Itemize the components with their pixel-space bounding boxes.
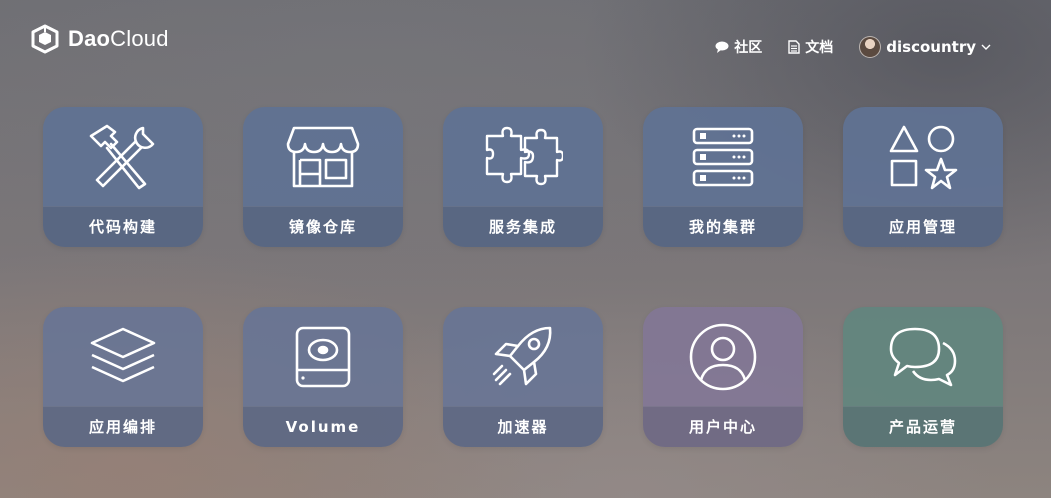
- shapes-icon: [889, 125, 958, 190]
- tile-label: Volume: [243, 406, 403, 447]
- brand-name: DaoCloud: [68, 26, 169, 51]
- tile-accelerator[interactable]: 加速器: [443, 307, 603, 447]
- tile-label: 代码构建: [43, 206, 203, 247]
- tile-label: 我的集群: [643, 206, 803, 247]
- tile-label: 应用编排: [43, 406, 203, 447]
- chat-bubble-icon: [715, 41, 729, 53]
- store-icon: [286, 126, 360, 188]
- user-menu[interactable]: discountry: [859, 36, 991, 58]
- disk-icon: [295, 326, 351, 388]
- tile-app-orchestration[interactable]: 应用编排: [43, 307, 203, 447]
- puzzle-icon: [485, 126, 563, 186]
- logo[interactable]: DaoCloud: [30, 24, 169, 54]
- chat-icon: [889, 327, 957, 387]
- tile-product-operation[interactable]: 产品运营: [843, 307, 1003, 447]
- tile-volume[interactable]: Volume: [243, 307, 403, 447]
- nav-community-label: 社区: [734, 40, 763, 56]
- tile-label: 产品运营: [843, 406, 1003, 447]
- tile-label: 加速器: [443, 406, 603, 447]
- tile-label: 应用管理: [843, 206, 1003, 247]
- nav-docs[interactable]: 文档: [788, 37, 833, 57]
- server-icon: [692, 127, 754, 187]
- tile-label: 镜像仓库: [243, 206, 403, 247]
- username: discountry: [886, 38, 976, 56]
- nav-community[interactable]: 社区: [715, 37, 762, 57]
- tile-service-integration[interactable]: 服务集成: [443, 107, 603, 247]
- tile-code-build[interactable]: 代码构建: [43, 107, 203, 247]
- tools-icon: [89, 124, 155, 190]
- rocket-icon: [492, 326, 552, 386]
- user-icon: [689, 323, 757, 391]
- layers-icon: [90, 327, 156, 383]
- avatar: [859, 36, 882, 58]
- tile-image-registry[interactable]: 镜像仓库: [243, 107, 403, 247]
- daocloud-cube-icon: [31, 24, 59, 54]
- tile-label: 服务集成: [443, 206, 603, 247]
- chevron-down-icon: [981, 44, 991, 50]
- nav-docs-label: 文档: [805, 40, 834, 56]
- tile-user-center[interactable]: 用户中心: [643, 307, 803, 447]
- tile-app-management[interactable]: 应用管理: [843, 107, 1003, 247]
- tile-label: 用户中心: [643, 406, 803, 447]
- top-nav: 社区 文档 discountry: [715, 36, 991, 58]
- document-icon: [788, 40, 800, 54]
- tile-my-cluster[interactable]: 我的集群: [643, 107, 803, 247]
